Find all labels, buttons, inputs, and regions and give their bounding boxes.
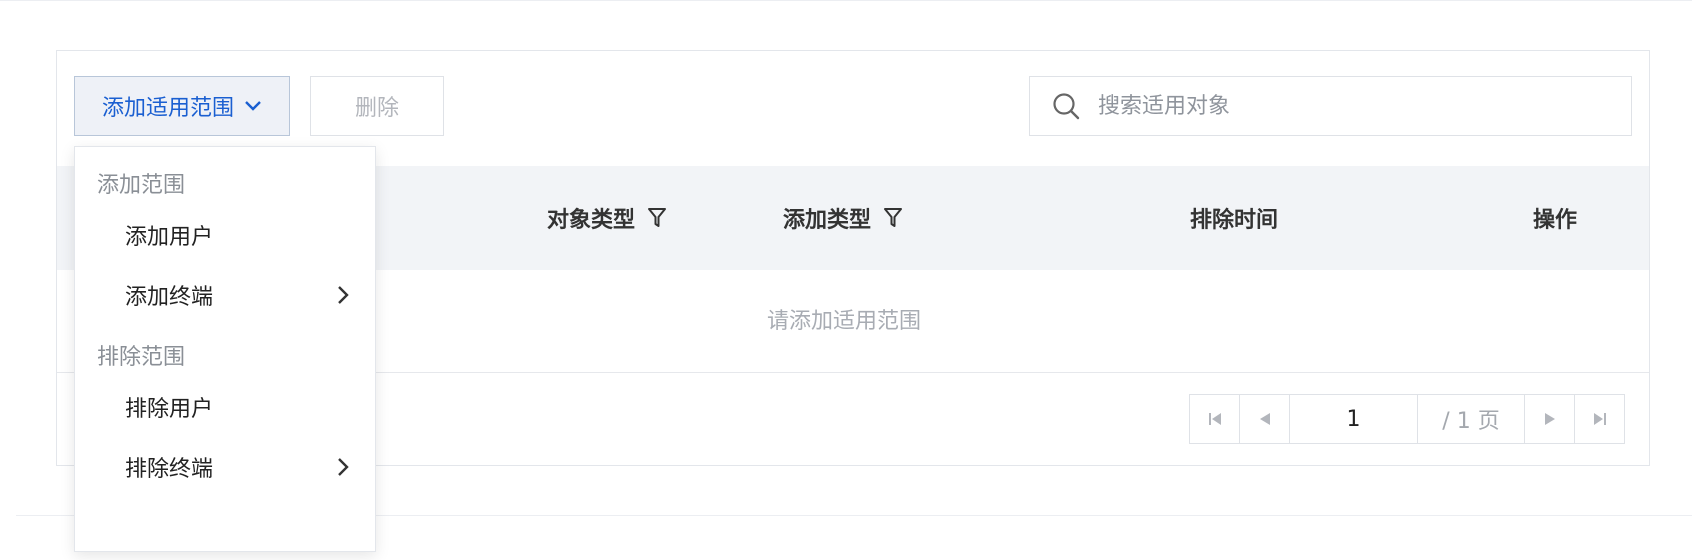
column-label-actions: 操作 xyxy=(1533,208,1578,233)
first-page-icon xyxy=(1208,413,1221,425)
menu-item-exclude-user[interactable]: 排除用户 xyxy=(75,379,375,435)
prev-page-button[interactable] xyxy=(1240,395,1290,443)
menu-item-label: 排除用户 xyxy=(125,397,214,422)
column-header-exclude-time: 排除时间 xyxy=(1190,166,1278,270)
page-total-label: / 1 页 xyxy=(1418,395,1525,443)
last-page-button[interactable] xyxy=(1575,395,1624,443)
column-label-add-type: 添加类型 xyxy=(783,208,872,233)
menu-item-exclude-terminal[interactable]: 排除终端 xyxy=(75,439,375,495)
add-scope-button-label: 添加适用范围 xyxy=(101,96,234,121)
first-page-button[interactable] xyxy=(1190,395,1240,443)
pagination: 1 / 1 页 xyxy=(1189,394,1625,444)
last-page-icon xyxy=(1593,413,1606,425)
chevron-down-icon xyxy=(245,101,261,111)
column-header-add-type[interactable]: 添加类型 xyxy=(783,166,903,270)
filter-icon[interactable] xyxy=(883,207,903,229)
add-scope-dropdown-menu: 添加范围 添加用户 添加终端 排除范围 排除用户 排除终端 xyxy=(74,146,376,552)
menu-item-label: 排除终端 xyxy=(125,457,214,482)
delete-button[interactable]: 删除 xyxy=(310,76,444,136)
filter-icon[interactable] xyxy=(647,207,667,229)
add-scope-button[interactable]: 添加适用范围 xyxy=(74,76,290,136)
page-number-input[interactable]: 1 xyxy=(1290,395,1418,443)
menu-item-add-terminal[interactable]: 添加终端 xyxy=(75,267,375,323)
menu-group-label-add-scope: 添加范围 xyxy=(97,173,186,198)
search-box[interactable] xyxy=(1029,76,1632,136)
delete-button-label: 删除 xyxy=(354,96,399,121)
top-divider xyxy=(0,0,1692,1)
menu-group-label-exclude-scope: 排除范围 xyxy=(97,345,186,370)
menu-item-add-user[interactable]: 添加用户 xyxy=(75,207,375,263)
chevron-right-icon xyxy=(338,458,349,476)
menu-item-label: 添加终端 xyxy=(125,285,214,310)
column-header-actions: 操作 xyxy=(1533,166,1577,270)
chevron-right-icon xyxy=(338,286,349,304)
column-header-object-type[interactable]: 对象类型 xyxy=(547,166,667,270)
menu-item-label: 添加用户 xyxy=(125,225,214,250)
search-input[interactable] xyxy=(1096,92,1620,120)
column-label-exclude-time: 排除时间 xyxy=(1190,208,1279,233)
prev-page-icon xyxy=(1259,413,1270,425)
empty-state-text: 请添加适用范围 xyxy=(767,309,922,334)
column-label-object-type: 对象类型 xyxy=(547,208,636,233)
search-icon xyxy=(1053,93,1080,120)
next-page-button[interactable] xyxy=(1525,395,1575,443)
next-page-icon xyxy=(1544,413,1555,425)
